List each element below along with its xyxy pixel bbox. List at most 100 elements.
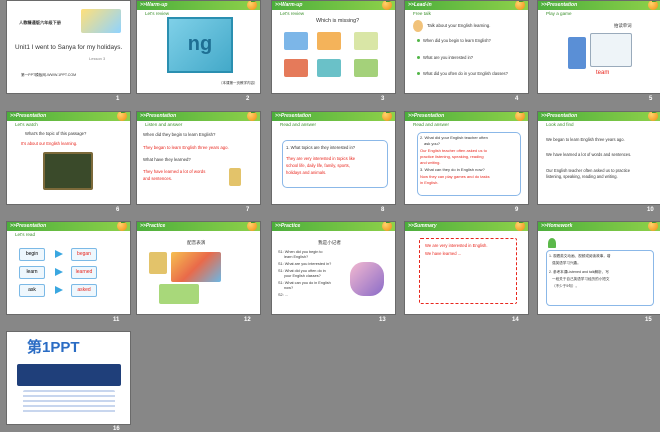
slide-number: 6 (116, 207, 120, 213)
slide-3[interactable]: >>Warm-up Let's review Which is missing? (272, 1, 395, 93)
answer-3-line-1: Now they can play games and do tasks (420, 174, 490, 179)
slide-12[interactable]: >>Practice 配音表演 (137, 222, 260, 314)
past-verb-began: began (71, 248, 97, 261)
slide-9-subtitle: Read and answer (413, 122, 450, 127)
book-illustration (229, 168, 241, 186)
past-verb-learned: learned (71, 266, 97, 279)
slide-3-subtitle: Let's review (280, 11, 305, 16)
book-illustration (149, 252, 167, 274)
base-verb-begin: begin (19, 248, 45, 261)
picture-4 (284, 59, 308, 77)
answer-2-line-2: and sentences. (143, 176, 173, 181)
video-player[interactable] (43, 152, 93, 190)
slide-12-heading: 配音表演 (187, 240, 206, 245)
slide-14[interactable]: >>Summary We are very interested in Engl… (405, 222, 528, 314)
summary-line-1: We are very interested in English. (425, 243, 488, 248)
picture-3 (354, 32, 378, 50)
past-verb-asked: asked (71, 284, 97, 297)
slide-11[interactable]: >>Presentation Let's read begin began le… (7, 222, 130, 314)
answer-3-line-2: in English. (420, 180, 439, 185)
slide-4[interactable]: >>Lead-in Free talk Talk about your Engl… (405, 1, 528, 93)
dialogue-line-2: learn English? (284, 255, 309, 259)
slide-5[interactable]: >>Presentation Play a game 拍读单词 team (538, 1, 660, 93)
info-banner (17, 364, 121, 386)
slide-7-subtitle: Listen and answer (145, 122, 183, 127)
arrow-icon (55, 250, 63, 258)
slide-title-bar: >>Presentation (405, 112, 528, 121)
slide-title-bar: >>Practice (137, 222, 260, 231)
slide-number: 3 (381, 96, 385, 102)
children-illustration (159, 284, 199, 304)
slide-16[interactable]: 第1PPT (7, 332, 130, 424)
slide-number: 5 (649, 96, 653, 102)
speaker-illustration (413, 20, 423, 32)
slide-number: 2 (246, 96, 250, 102)
slide-5-heading: 拍读单词 (614, 23, 632, 28)
slide-number: 10 (647, 207, 654, 213)
link-list (23, 390, 115, 414)
slide-number: 14 (512, 317, 519, 323)
base-verb-learn: learn (19, 266, 45, 279)
answer-line-2: school life, daily life, family, sports, (286, 163, 350, 168)
slide-8-subtitle: Read and answer (280, 122, 317, 127)
slide-1-lesson: Lesson 3 (89, 56, 106, 61)
slide-1[interactable]: 人教精通版六年级下册 Unit1 I went to Sanya for my … (7, 1, 130, 93)
summary-line-2: We have learned ... (425, 251, 462, 256)
slide-15[interactable]: >>Homework 1. 观看英文动画、视频或阅读故事，增 强英语学习兴趣。 … (538, 222, 660, 314)
homework-line-2: 强英语学习兴趣。 (552, 261, 581, 265)
answer-2-line-1: They have learned a lot of words (143, 169, 206, 174)
slide-number: 7 (246, 207, 250, 213)
slide-1-series: 人教精通版六年级下册 (19, 20, 61, 25)
slide-title-bar: >>Summary (405, 222, 528, 231)
slide-1-title: Unit1 I went to Sanya for my holidays. (15, 44, 123, 51)
slide-number: 9 (515, 207, 519, 213)
homework-line-1: 1. 观看英文动画、视频或阅读故事，增 (549, 254, 611, 258)
picture-2 (317, 32, 341, 50)
slide-number: 16 (113, 426, 120, 432)
answer-line-3: holidays and animals. (286, 170, 327, 175)
slide-4-subtitle: Free talk (413, 11, 431, 16)
slide-8[interactable]: >>Presentation Read and answer 1. What t… (272, 112, 395, 204)
bullet-icon (417, 72, 420, 75)
slide-7[interactable]: >>Presentation Listen and answer When di… (137, 112, 260, 204)
slide-number: 15 (645, 317, 652, 323)
sentence-3-line-2: listening, speaking, reading and writing… (546, 174, 618, 179)
homework-line-4: 一段关于自己英语学习经历的小短文 (552, 277, 610, 281)
slide-10-subtitle: Look and find (546, 122, 574, 127)
slide-2[interactable]: >>Warm-up Let's review ng （本课第一页教学内容） (137, 1, 260, 93)
story-illustration (171, 252, 221, 282)
question-2-line-2: ask you? (424, 141, 441, 146)
homework-line-3: 2. 参考本课Listened and talk解析，写 (549, 270, 609, 274)
teacher-illustration (568, 37, 586, 69)
question-1: When did you begin to learn English? (423, 38, 491, 43)
phonics-card: ng (167, 17, 233, 73)
slide-2-subtitle: Let's review (145, 11, 170, 16)
sentence-2: We have learned a lot of words and sente… (546, 152, 632, 157)
slide-title-bar: >>Presentation (538, 1, 660, 10)
question-2-line-1: 2. What did your English teacher often (420, 135, 488, 140)
picture-6 (354, 59, 378, 77)
slide-title-bar: >>Warm-up (272, 1, 395, 10)
picture-1 (284, 32, 308, 50)
slide-title-bar: >>Practice (272, 222, 395, 231)
slide-5-word: team (596, 70, 610, 76)
slide-9[interactable]: >>Presentation Read and answer 2. What d… (405, 112, 528, 204)
slide-6-answer: It's about our English learning. (21, 141, 78, 146)
slide-title-bar: >>Warm-up (137, 1, 260, 10)
dialogue-line-7: now? (284, 286, 294, 290)
slide-11-subtitle: Let's read (15, 232, 36, 237)
question-2: What have they learned? (143, 157, 191, 162)
slide-number: 1 (116, 96, 120, 102)
slide-6-question: What's the topic of this passage? (25, 131, 87, 136)
answer-2-line-2: practice listening, speaking, reading (420, 154, 484, 159)
slide-13[interactable]: >>Practice 我是小记者 S1: When did you begin … (272, 222, 395, 314)
slide-title-bar: >>Lead-in (405, 1, 528, 10)
question-2: What are you interested in? (423, 55, 474, 60)
slide-6[interactable]: >>Presentation Let's watch What's the to… (7, 112, 130, 204)
sentence-1: We began to learn English three years ag… (546, 137, 625, 142)
answer-1: They began to learn English three years … (143, 145, 229, 150)
slide-10[interactable]: >>Presentation Look and find We began to… (538, 112, 660, 204)
sentence-3-line-1: Our English teacher often asked us to pr… (546, 168, 630, 173)
arrow-icon (55, 268, 63, 276)
kids-illustration (81, 9, 121, 33)
